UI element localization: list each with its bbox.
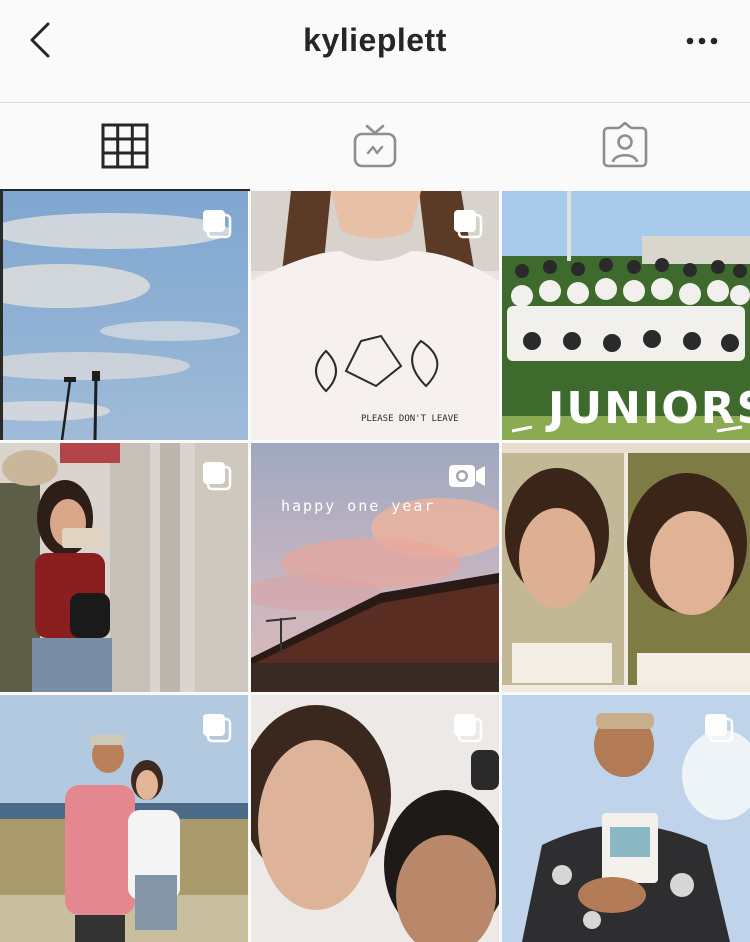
more-horizontal-icon [686,37,718,45]
post-thumbnail[interactable] [502,443,750,692]
carousel-icon [203,714,232,743]
igtv-icon [353,124,397,168]
video-icon [449,465,485,487]
carousel-icon [454,714,483,743]
shirt-text: PLEASE DON'T LEAVE [361,414,459,424]
profile-username: kylieplett [303,22,447,58]
carousel-icon [705,714,734,743]
post-thumbnail[interactable]: happy one year [251,443,499,692]
post-thumbnail[interactable] [251,695,499,942]
post-thumbnail[interactable] [0,695,248,942]
post-thumbnail[interactable] [0,191,248,440]
tab-tagged[interactable] [500,103,750,189]
post-thumbnail[interactable] [502,695,750,942]
carousel-icon [203,462,232,491]
post-thumbnail[interactable]: PLEASE DON'T LEAVE [251,191,499,440]
post-thumbnail[interactable] [0,443,248,692]
tagged-user-icon [602,122,648,168]
post-image: JUNIORS [502,191,750,440]
post-grid: PLEASE DON'T LEAVE JUNIORS happy one yea… [0,191,750,942]
post-thumbnail[interactable]: JUNIORS [502,191,750,440]
carousel-icon [203,210,232,239]
tab-grid[interactable] [0,103,250,191]
more-options-button[interactable] [682,26,722,56]
profile-header: kylieplett [0,0,750,103]
overlay-juniors: JUNIORS [545,383,750,434]
profile-tabs [0,103,750,191]
tab-igtv[interactable] [250,103,500,189]
grid-icon [101,123,149,169]
carousel-icon [454,210,483,239]
overlay-caption: happy one year [281,497,436,515]
post-image [502,443,750,692]
